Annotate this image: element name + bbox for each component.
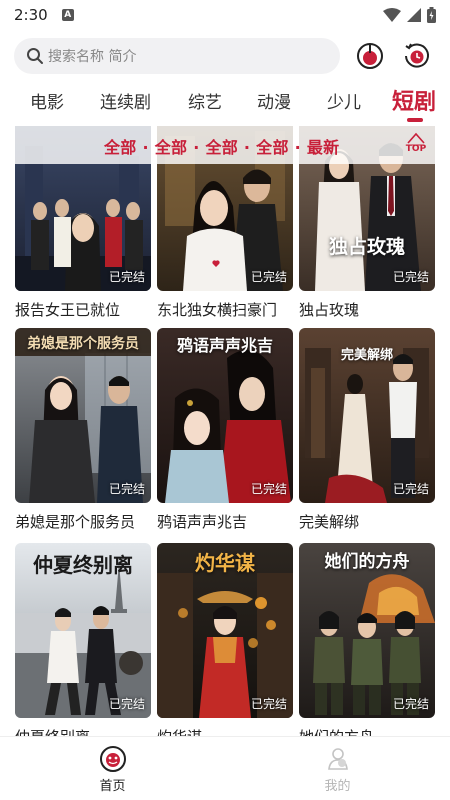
drama-title: 独占玫瑰 — [299, 301, 360, 319]
drama-title: 弟媳是那个服务员 — [15, 513, 136, 531]
completed-badge: 已完结 — [250, 482, 287, 496]
completed-badge: 已完结 — [392, 270, 429, 284]
drama-title: 报告女王已就位 — [15, 301, 121, 319]
drama-card[interactable]: 仲夏终别离 已完结 仲夏终别离 — [15, 543, 151, 736]
completed-badge: 已完结 — [392, 697, 429, 711]
tab-short-drama[interactable]: 短剧 — [392, 84, 436, 116]
record-button[interactable] — [355, 41, 385, 71]
poster-title: 独占玫瑰 — [328, 236, 405, 258]
profile-icon — [327, 748, 348, 770]
history-button[interactable] — [402, 41, 432, 71]
completed-badge: 已完结 — [108, 270, 145, 284]
category-tabs: 电影 连续剧 综艺 动漫 少儿 短剧 — [0, 82, 450, 122]
filter-summary[interactable]: 全部 · 全部 · 全部 · 全部 · 最新 — [104, 134, 339, 158]
bottom-nav: 首页 我的 — [0, 736, 450, 800]
completed-badge: 已完结 — [250, 697, 287, 711]
search-placeholder: 搜索名称 简介 — [48, 49, 137, 65]
drama-card[interactable]: 弟媳是那个服务员 已完结 弟媳是那个服务员 — [15, 328, 151, 532]
history-icon — [405, 43, 429, 68]
poster-title: 完美解绑 — [340, 348, 393, 363]
active-tab-indicator — [407, 118, 423, 122]
poster-image: 弟媳是那个服务员 已完结 — [15, 328, 151, 503]
search-icon — [27, 48, 43, 64]
nav-home-label: 首页 — [99, 779, 126, 794]
battery-icon — [427, 7, 436, 23]
drama-title: 灼华谋 — [157, 726, 293, 736]
drama-title: 她们的方舟 — [299, 726, 435, 736]
tab-anime[interactable]: 动漫 — [257, 88, 291, 113]
wifi-icon — [383, 8, 401, 22]
poster-image: 灼华谋 已完结 — [157, 543, 293, 718]
poster-image: 她们的方舟 已完结 — [299, 543, 435, 718]
drama-title: 东北独女横扫豪门 — [157, 301, 278, 319]
nav-profile[interactable]: 我的 — [225, 737, 450, 800]
tab-variety[interactable]: 综艺 — [188, 88, 222, 113]
scroll-top-button[interactable]: TOP — [402, 130, 430, 160]
status-bar: 2:30 A — [0, 0, 450, 30]
completed-badge: 已完结 — [250, 270, 287, 284]
completed-badge: 已完结 — [108, 482, 145, 496]
poster-title: 她们的方舟 — [324, 552, 410, 572]
poster-image: 鸦语声声兆吉 已完结 — [157, 328, 293, 503]
notification-icon: A — [61, 9, 74, 21]
completed-badge: 已完结 — [108, 697, 145, 711]
tab-movie[interactable]: 电影 — [30, 88, 64, 113]
poster-title: 弟媳是那个服务员 — [27, 336, 139, 352]
poster-image: 完美解绑 已完结 — [299, 328, 435, 503]
drama-card[interactable]: 鸦语声声兆吉 已完结 鸦语声声兆吉 — [157, 328, 293, 532]
filter-bar: 全部 · 全部 · 全部 · 全部 · 最新 TOP — [0, 126, 450, 164]
content-grid: 全部 · 全部 · 全部 · 全部 · 最新 TOP 已完结 报告女王已就位 已… — [0, 126, 450, 736]
status-time: 2:30 — [14, 6, 48, 24]
nav-home[interactable]: 首页 — [0, 737, 225, 800]
drama-title: 鸦语声声兆吉 — [157, 513, 248, 531]
poster-title: 灼华谋 — [195, 551, 255, 575]
poster-title: 仲夏终别离 — [33, 553, 133, 577]
signal-icon — [407, 8, 421, 22]
drama-title: 仲夏终别离 — [15, 726, 151, 736]
scroll-top-label: TOP — [405, 144, 427, 154]
poster-title: 鸦语声声兆吉 — [176, 336, 273, 355]
drama-card[interactable]: 灼华谋 已完结 灼华谋 — [157, 543, 293, 736]
poster-image: 仲夏终别离 已完结 — [15, 543, 151, 718]
drama-card[interactable]: 她们的方舟 已完结 她们的方舟 — [299, 543, 435, 736]
search-row: 搜索名称 简介 — [14, 38, 436, 74]
home-icon — [99, 746, 126, 772]
record-icon — [357, 43, 383, 69]
nav-profile-label: 我的 — [324, 779, 351, 794]
completed-badge: 已完结 — [392, 482, 429, 496]
drama-card[interactable]: 完美解绑 已完结 完美解绑 — [299, 328, 435, 532]
tab-kids[interactable]: 少儿 — [327, 88, 361, 113]
tab-series[interactable]: 连续剧 — [100, 88, 151, 113]
search-input[interactable]: 搜索名称 简介 — [14, 38, 340, 74]
drama-title: 完美解绑 — [299, 513, 360, 531]
